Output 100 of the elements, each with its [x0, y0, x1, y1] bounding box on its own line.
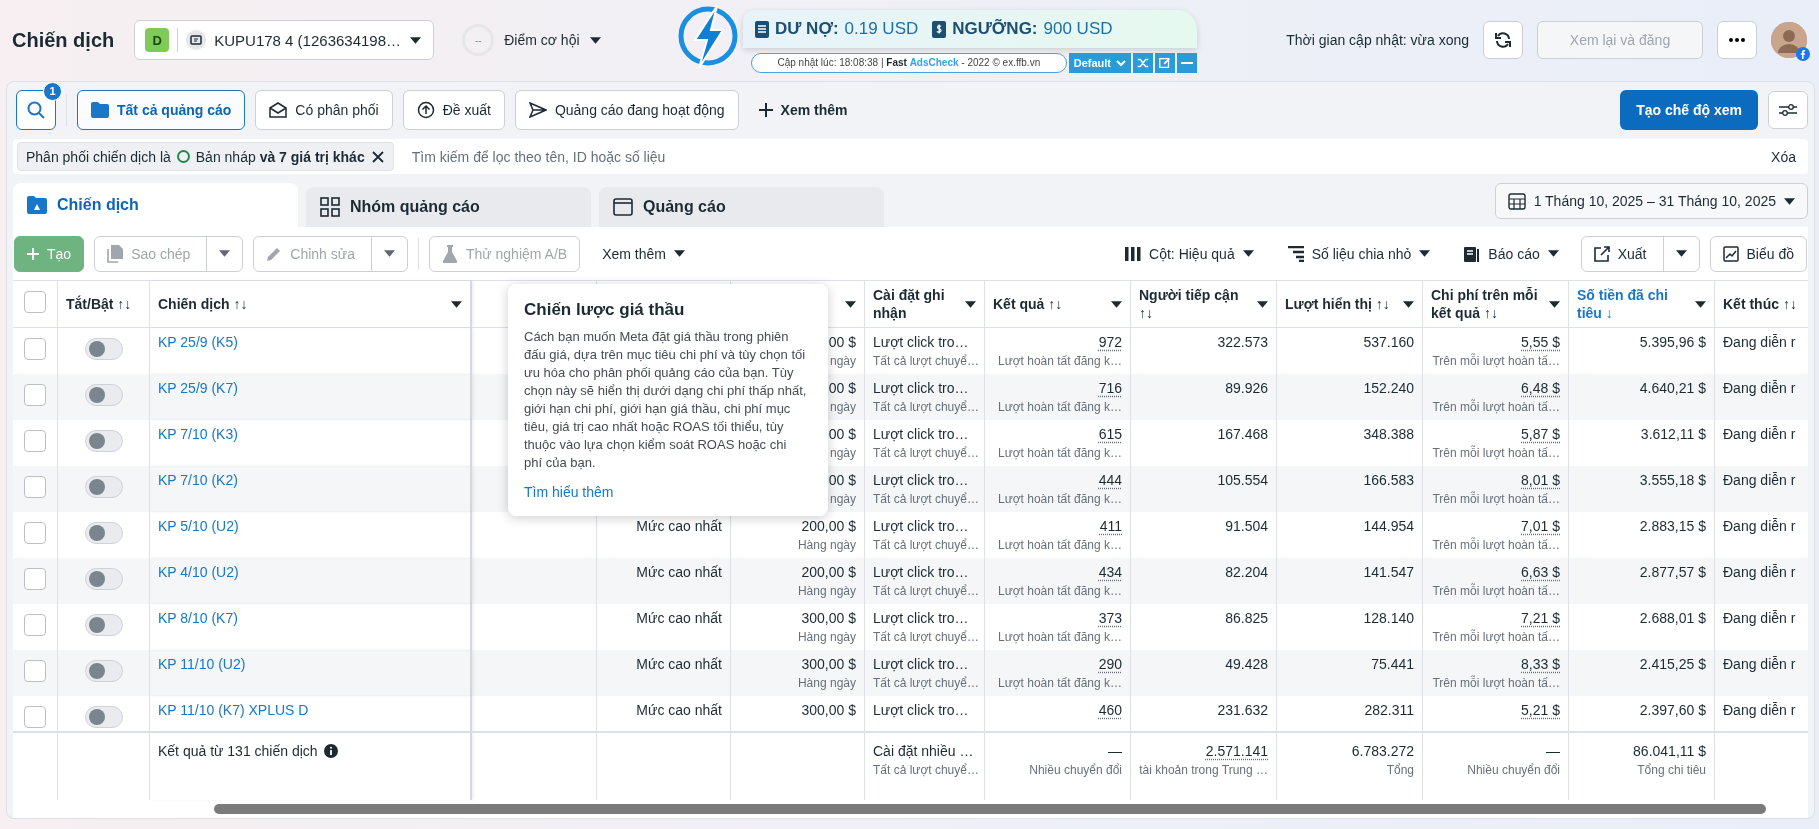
- date-range-button[interactable]: 1 Tháng 10, 2025 – 31 Tháng 10, 2025: [1494, 183, 1808, 219]
- checkbox[interactable]: [24, 291, 46, 313]
- cost-per-result[interactable]: 7,21 $: [1521, 610, 1560, 626]
- budget-period: Hàng ngày: [797, 630, 856, 644]
- column-header[interactable]: Cài đặt ghi nhận: [873, 286, 961, 322]
- column-header[interactable]: Lượt hiển thị ↑↓: [1285, 295, 1399, 313]
- campaign-link[interactable]: KP 5/10 (U2): [158, 518, 239, 534]
- cost-per-result[interactable]: 5,21 $: [1521, 702, 1560, 718]
- column-header[interactable]: Tắt/Bật ↑↓: [66, 295, 141, 313]
- budget-period: ngày: [829, 446, 856, 460]
- column-header[interactable]: Người tiếp cận ↑↓: [1139, 286, 1253, 322]
- campaign-link[interactable]: KP 11/10 (K7) XPLUS D: [158, 702, 309, 718]
- checkbox[interactable]: [24, 384, 46, 406]
- calendar-icon: [1507, 192, 1526, 210]
- campaign-link[interactable]: KP 25/9 (K5): [158, 334, 238, 350]
- impression-count: 537.160: [1363, 334, 1414, 350]
- filter-tab[interactable]: Có phân phối: [255, 89, 393, 130]
- column-header[interactable]: Kết quả ↑↓: [993, 295, 1107, 313]
- checkbox[interactable]: [24, 430, 46, 452]
- result-count[interactable]: 972: [1098, 334, 1122, 350]
- checkbox[interactable]: [24, 660, 46, 682]
- learn-more-link[interactable]: Tìm hiểu thêm: [524, 484, 614, 500]
- filter-tab[interactable]: Tất cả quảng cáo: [77, 89, 246, 130]
- cost-per-result[interactable]: 6,63 $: [1521, 564, 1560, 580]
- scrollbar-thumb[interactable]: [214, 804, 1766, 814]
- settings-button[interactable]: [1768, 90, 1808, 129]
- cost-per-result[interactable]: 8,01 $: [1521, 472, 1560, 488]
- impression-detail: Tổng: [1386, 763, 1414, 777]
- result-count[interactable]: 373: [1098, 610, 1122, 626]
- toggle-switch[interactable]: [84, 706, 123, 728]
- opportunity-label[interactable]: Điểm cơ hội: [504, 32, 580, 48]
- column-header[interactable]: Chiến dịch ↑↓: [158, 295, 447, 313]
- more-filters-button[interactable]: Xem thêm: [748, 101, 858, 118]
- cost-per-result[interactable]: 8,33 $: [1521, 656, 1560, 672]
- toggle-switch[interactable]: [84, 384, 123, 406]
- checkbox[interactable]: [24, 568, 46, 590]
- toggle-switch[interactable]: [84, 568, 123, 590]
- result-count[interactable]: 290: [1098, 656, 1122, 672]
- attribution-setting: Lượt click tro…: [873, 702, 969, 718]
- result-count[interactable]: 434: [1098, 564, 1122, 580]
- filter-chip[interactable]: Phân phối chiến dịch là Bản nháp và 7 giá trị khác: [17, 142, 394, 171]
- column-header[interactable]: Số tiền đã chi tiêu ↓: [1577, 286, 1691, 322]
- create-view-button[interactable]: Tạo chế độ xem: [1620, 89, 1758, 130]
- view-button[interactable]: Số liệu chia nhỏ: [1275, 235, 1443, 272]
- clear-link[interactable]: Xóa: [1771, 148, 1796, 165]
- attribution-detail: Tất cả lượt chuyể…: [873, 446, 979, 460]
- checkbox[interactable]: [24, 476, 46, 498]
- level-tab[interactable]: Nhóm quảng cáo: [306, 187, 591, 227]
- filter-tab[interactable]: Đề xuất: [402, 89, 505, 130]
- checkbox[interactable]: [24, 614, 46, 636]
- refresh-button[interactable]: [1483, 21, 1523, 59]
- column-header[interactable]: Chi phí trên mỗi kết quả ↑↓: [1431, 286, 1545, 322]
- campaign-link[interactable]: KP 8/10 (K7): [158, 610, 238, 626]
- view-button[interactable]: Xuất: [1580, 235, 1700, 272]
- filter-tab[interactable]: Quảng cáo đang hoạt động: [514, 89, 739, 130]
- campaign-link[interactable]: KP 7/10 (K3): [158, 426, 238, 442]
- toggle-switch[interactable]: [84, 430, 123, 452]
- avatar[interactable]: [1771, 22, 1807, 58]
- edit-button[interactable]: [1155, 53, 1175, 73]
- campaign-link[interactable]: KP 25/9 (K7): [158, 380, 238, 396]
- spent-detail: Tổng chi tiêu: [1637, 763, 1706, 777]
- view-button[interactable]: Biểu đồ: [1709, 235, 1807, 272]
- search-field[interactable]: Phân phối chiến dịch là Bản nháp và 7 giá trị khác Tìm kiếm để lọc theo tên, ID hoặc số liệu Xóa: [13, 139, 1808, 174]
- result-count[interactable]: 444: [1098, 472, 1122, 488]
- toggle-switch[interactable]: [84, 476, 123, 498]
- toggle-switch[interactable]: [84, 660, 123, 682]
- campaign-link[interactable]: KP 7/10 (K2): [158, 472, 238, 488]
- action-button[interactable]: Xem thêm: [590, 235, 697, 272]
- result-count[interactable]: 716: [1098, 380, 1122, 396]
- level-tab[interactable]: Chiến dịch: [13, 183, 298, 227]
- cost-per-result[interactable]: 5,55 $: [1521, 334, 1560, 350]
- bid-strategy: Mức cao nhất: [636, 656, 722, 672]
- campaign-link[interactable]: KP 4/10 (U2): [158, 564, 239, 580]
- more-button[interactable]: [1717, 21, 1757, 59]
- cost-per-result[interactable]: 6,48 $: [1521, 380, 1560, 396]
- toggle-switch[interactable]: [84, 338, 123, 360]
- checkbox[interactable]: [24, 522, 46, 544]
- view-button[interactable]: Báo cáo: [1452, 235, 1571, 272]
- column-header[interactable]: Kết thúc ↑↓: [1723, 295, 1819, 313]
- result-count[interactable]: 460: [1098, 702, 1122, 718]
- result-count[interactable]: 411: [1099, 518, 1122, 534]
- level-tab[interactable]: Quảng cáo: [599, 187, 884, 227]
- shuffle-button[interactable]: [1133, 53, 1153, 73]
- account-badge: D: [145, 28, 170, 52]
- account-selector[interactable]: D KUPU178 4 (1263634198…: [134, 20, 435, 60]
- campaign-link[interactable]: KP 11/10 (U2): [158, 656, 246, 672]
- cost-per-result[interactable]: 5,87 $: [1521, 426, 1560, 442]
- view-button[interactable]: Cột: Hiệu quả: [1113, 235, 1266, 272]
- sliders-icon: [1778, 101, 1798, 118]
- result-count[interactable]: 615: [1098, 426, 1122, 442]
- checkbox[interactable]: [24, 338, 46, 360]
- toggle-switch[interactable]: [84, 522, 123, 544]
- minimize-button[interactable]: [1177, 53, 1197, 73]
- impression-count: 75.441: [1371, 656, 1414, 672]
- checkbox[interactable]: [24, 706, 46, 728]
- search-button[interactable]: [16, 89, 56, 130]
- cost-per-result[interactable]: 7,01 $: [1521, 518, 1560, 534]
- toggle-switch[interactable]: [84, 614, 123, 636]
- reach-count[interactable]: 2.571.141: [1205, 743, 1268, 759]
- cost-detail: Trên mỗi lượt hoàn tấ…: [1432, 630, 1560, 644]
